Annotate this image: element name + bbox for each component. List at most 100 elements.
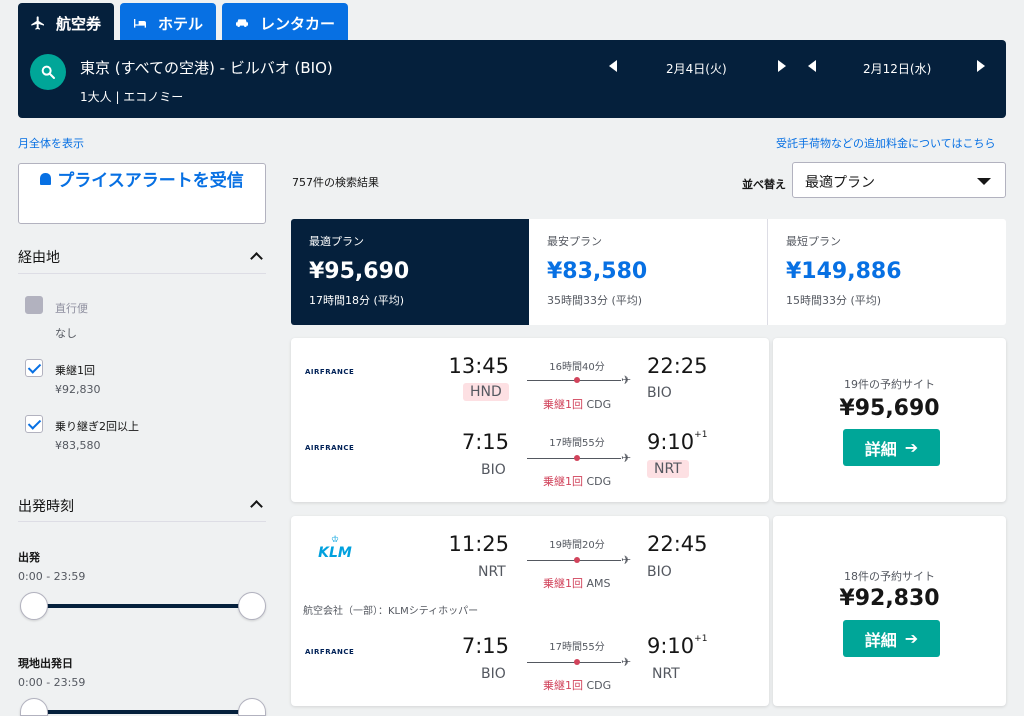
summary-fastest[interactable]: 最短プラン ¥149,886 15時間33分 (平均) [768,219,1006,325]
one-stop-checkbox[interactable] [25,359,43,377]
extra-fees-link[interactable]: 受託手荷物などの追加料金についてはこちら [776,135,995,151]
return-date-next-icon[interactable] [977,60,985,72]
arrival-airport: BIO [647,564,672,580]
card-price: ¥92,830 [839,586,940,611]
depart-time: 11:25 [448,532,509,556]
plane-icon: ✈ [621,553,632,567]
plane-icon: ✈ [621,655,632,669]
one-stop-price: ¥92,830 [55,383,101,396]
flight-duration: 17時間55分 [549,438,605,449]
caret-down-icon [977,178,991,185]
operated-by: 航空会社（一部）：KLMシティホッパー [303,606,479,617]
stops-filter-title: 経由地 [18,250,60,266]
result-card[interactable]: ♔ KLM 11:25 NRT 19時間20分 ✈ 乗継1回 AMS 22:45… [291,516,769,706]
depart-date-prev-icon[interactable] [609,60,617,72]
result-card-price-panel[interactable]: 18件の予約サイト ¥92,830 詳細 ➔ [773,516,1006,706]
sort-summary-tabs: 最適プラン ¥95,690 17時間18分 (平均) 最安プラン ¥83,580… [291,219,1006,325]
arrival-time: 9:10+1 [647,430,708,454]
airline-logo-airfrance: AIRFRANCE [305,648,355,656]
divider [18,521,266,522]
bell-icon [40,173,52,185]
stops-info: 乗継1回 CDG [543,475,612,488]
two-plus-stops-price: ¥83,580 [55,439,101,452]
depart-airport: BIO [481,666,506,682]
nonstop-checkbox [25,296,43,314]
local-depart-slider-max[interactable] [238,698,266,716]
details-button-label: 詳細 [864,630,897,650]
bed-icon [134,19,146,28]
booking-sites-count: 19件の予約サイト [844,378,935,391]
depart-time: 13:45 [448,354,509,378]
one-stop-label: 乗継1回 [55,364,95,377]
details-button[interactable]: 詳細 ➔ [843,429,940,466]
summary-fastest-price: ¥149,886 [786,259,902,284]
sort-label: 並べ替え [742,178,786,191]
price-alert-button[interactable]: プライスアラートを受信 [18,163,266,224]
tab-hotels[interactable]: ホテル [120,3,216,43]
month-view-link[interactable]: 月全体を表示 [18,135,84,151]
plane-icon [31,16,44,30]
summary-cheapest-price: ¥83,580 [547,259,648,284]
depart-time-slider-track[interactable] [34,604,252,608]
sort-select[interactable]: 最適プラン [792,162,1006,198]
depart-time-range: 0:00 - 23:59 [18,570,86,583]
tab-car-rental[interactable]: レンタカー [222,3,348,43]
arrival-airport: NRT [652,666,680,682]
details-button-label: 詳細 [864,439,897,459]
local-depart-range: 0:00 - 23:59 [18,676,86,689]
return-date[interactable]: 2月12日(水) [863,60,931,77]
summary-cheapest-label: 最安プラン [547,235,602,248]
depart-date[interactable]: 2月4日(火) [666,60,727,77]
summary-best-price: ¥95,690 [309,259,410,284]
result-card-price-panel[interactable]: 19件の予約サイト ¥95,690 詳細 ➔ [773,338,1006,502]
depart-airport: HND [463,383,509,401]
summary-best-duration: 17時間18分 (平均) [309,294,405,307]
car-icon [236,19,248,27]
arrival-time: 22:25 [647,354,708,378]
chevron-up-icon[interactable] [250,252,263,265]
booking-sites-count: 18件の予約サイト [844,570,935,583]
card-price: ¥95,690 [839,396,940,421]
arrival-time: 9:10+1 [647,634,708,658]
stop-dot [574,659,580,665]
depart-time-slider-max[interactable] [238,592,266,620]
route-text: 東京 (すべての空港) - ビルバオ (BIO) [80,59,333,77]
sort-value: 最適プラン [805,175,875,191]
stop-dot [574,557,580,563]
stops-info: 乗継1回 CDG [543,679,612,692]
summary-fastest-label: 最短プラン [786,235,841,248]
two-plus-stops-checkbox[interactable] [25,415,43,433]
airline-logo-klm: ♔ KLM [313,536,357,562]
flight-duration: 16時間40分 [549,362,605,373]
result-card[interactable]: AIRFRANCE 13:45 HND 16時間40分 ✈ 乗継1回 CDG 2… [291,338,769,502]
tab-flights-label: 航空券 [56,14,102,33]
search-button[interactable] [30,54,66,90]
nonstop-price: なし [55,327,77,340]
depart-time: 7:15 [461,634,509,658]
return-date-prev-icon[interactable] [808,60,816,72]
times-filter-title: 出発時刻 [18,499,74,515]
plane-icon: ✈ [621,373,632,387]
airline-logo-airfrance: AIRFRANCE [305,444,355,452]
depart-airport: NRT [478,564,506,580]
price-alert-label: プライスアラートを受信 [57,171,244,191]
depart-time: 7:15 [461,430,509,454]
search-summary-bar[interactable]: 東京 (すべての空港) - ビルバオ (BIO) 1大人 | エコノミー 2月4… [18,40,1006,118]
stop-dot [574,455,580,461]
passenger-class-text: 1大人 | エコノミー [80,90,184,104]
depart-time-slider-min[interactable] [20,592,48,620]
summary-cheapest-duration: 35時間33分 (平均) [547,294,643,307]
stop-dot [574,377,580,383]
tab-flights[interactable]: 航空券 [18,3,114,43]
local-depart-slider-track[interactable] [34,710,252,714]
arrow-right-icon: ➔ [904,438,919,457]
summary-best[interactable]: 最適プラン ¥95,690 17時間18分 (平均) [291,219,529,325]
chevron-up-icon[interactable] [250,500,263,513]
divider [18,273,266,274]
local-depart-slider-min[interactable] [20,698,48,716]
two-plus-stops-label: 乗り継ぎ2回以上 [55,420,139,433]
summary-cheapest[interactable]: 最安プラン ¥83,580 35時間33分 (平均) [529,219,768,325]
details-button[interactable]: 詳細 ➔ [843,620,940,657]
depart-airport: BIO [481,462,506,478]
depart-date-next-icon[interactable] [778,60,786,72]
